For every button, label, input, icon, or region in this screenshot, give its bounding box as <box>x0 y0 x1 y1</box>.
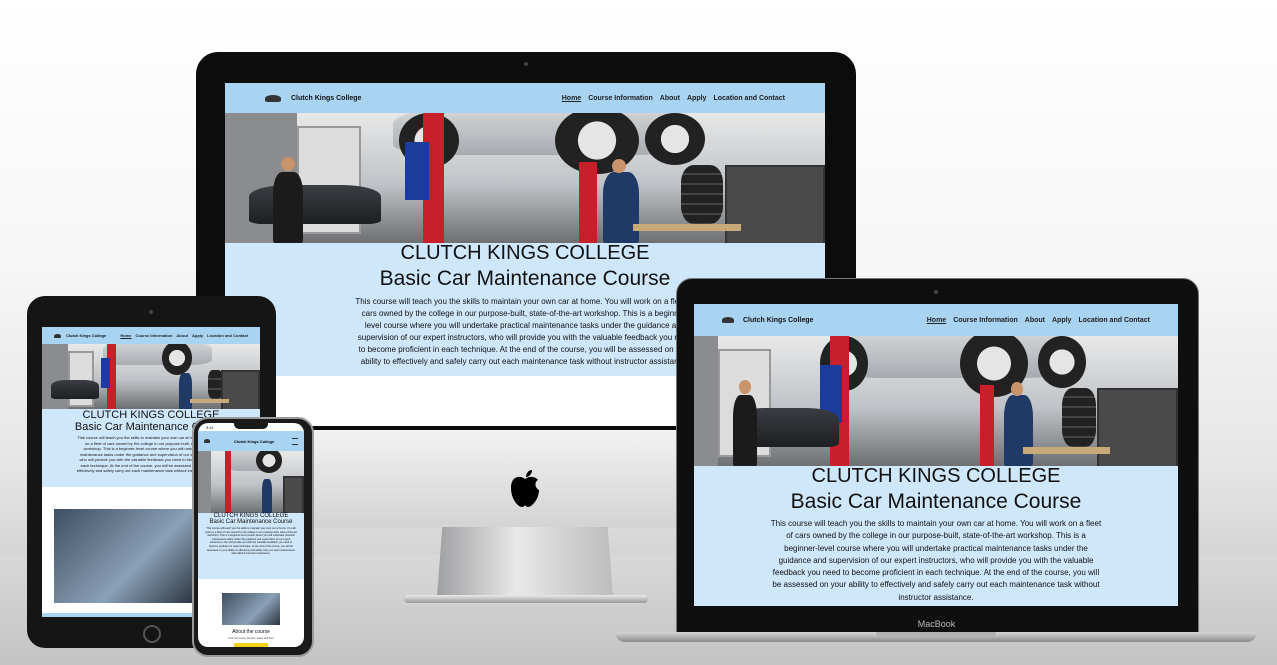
nav-home[interactable]: Home <box>120 333 131 338</box>
macbook-nav-links: Home Course Information About Apply Loca… <box>927 317 1150 324</box>
about-subtitle: Find out course content, dates and fees <box>228 637 274 640</box>
nav-course-information[interactable]: Course Information <box>136 333 173 338</box>
macbook-label: MacBook <box>917 619 956 629</box>
ipad-home-button[interactable] <box>143 625 161 643</box>
intro-text: This course will teach you the skills to… <box>355 297 695 366</box>
logo-icon <box>265 94 281 102</box>
macbook-logo[interactable]: Clutch Kings College <box>722 317 813 324</box>
iphone-intro: CLUTCH KINGS COLLEGE Basic Car Maintenan… <box>198 513 304 579</box>
macbook-nav: Clutch Kings College Home Course Informa… <box>694 304 1178 336</box>
menu-icon[interactable] <box>292 437 298 445</box>
apple-logo-shape <box>511 470 539 507</box>
macbook-intro: CLUTCH KINGS COLLEGE Basic Car Maintenan… <box>694 465 1178 606</box>
ipad-nav: Clutch Kings College Home Course Informa… <box>42 327 260 344</box>
ipad-camera <box>149 310 153 314</box>
imac-camera <box>524 62 528 66</box>
nav-about[interactable]: About <box>660 95 680 102</box>
iphone-notch <box>234 423 268 429</box>
page-subheading: Basic Car Maintenance Course <box>790 490 1082 513</box>
nav-about[interactable]: About <box>176 333 188 338</box>
page-subheading: Basic Car Maintenance Course <box>209 519 293 525</box>
imac-nav: Clutch Kings College Home Course Informa… <box>225 83 825 113</box>
nav-home[interactable]: Home <box>927 317 946 324</box>
about-title: About the course <box>232 629 270 635</box>
nav-apply[interactable]: Apply <box>1052 317 1071 324</box>
about-image <box>54 509 194 603</box>
page-heading: CLUTCH KINGS COLLEGE <box>811 465 1061 487</box>
brand-name: Clutch Kings College <box>234 438 275 444</box>
hero-image <box>225 113 825 243</box>
macbook-camera <box>934 290 938 294</box>
nav-location-contact[interactable]: Location and Contact <box>207 333 248 338</box>
iphone-screen: 9:41 Clutch Kings College CLUTCH KINGS C… <box>198 423 304 647</box>
brand-name: Clutch Kings College <box>291 94 362 102</box>
nav-course-information[interactable]: Course Information <box>588 95 653 102</box>
nav-home[interactable]: Home <box>562 95 581 102</box>
imac-nav-links: Home Course Information About Apply Loca… <box>562 95 785 102</box>
ipad-logo[interactable]: Clutch Kings College <box>54 333 106 338</box>
status-time: 9:41 <box>206 425 214 430</box>
iphone-nav: Clutch Kings College <box>198 431 304 451</box>
garage-photo <box>198 451 304 513</box>
intro-text: This course will teach you the skills to… <box>770 519 1102 602</box>
nav-location-contact[interactable]: Location and Contact <box>713 95 785 102</box>
brand-name: Clutch Kings College <box>66 333 107 338</box>
hero-image <box>198 451 304 513</box>
imac-stand <box>437 527 613 597</box>
garage-photo <box>225 113 825 243</box>
garage-photo <box>42 344 260 409</box>
ipad-nav-links: Home Course Information About Apply Loca… <box>120 333 248 338</box>
imac-base <box>404 595 648 603</box>
macbook-screen: Clutch Kings College Home Course Informa… <box>694 304 1178 606</box>
logo-icon <box>54 333 61 338</box>
brand-name: Clutch Kings College <box>743 316 814 324</box>
hero-image <box>694 336 1178 466</box>
garage-photo <box>694 336 1178 466</box>
logo-icon <box>204 439 210 443</box>
about-button[interactable] <box>234 643 268 647</box>
about-image <box>222 593 280 625</box>
nav-course-information[interactable]: Course Information <box>953 317 1018 324</box>
nav-apply[interactable]: Apply <box>192 333 203 338</box>
intro-text: This course will teach you the skills to… <box>205 527 297 556</box>
logo-icon <box>722 317 734 323</box>
page-heading: CLUTCH KINGS COLLEGE <box>400 242 650 264</box>
imac-logo[interactable]: Clutch Kings College <box>265 94 362 102</box>
nav-location-contact[interactable]: Location and Contact <box>1078 317 1150 324</box>
macbook-notch <box>876 632 996 636</box>
nav-apply[interactable]: Apply <box>687 95 706 102</box>
hero-image <box>42 344 260 409</box>
nav-about[interactable]: About <box>1025 317 1045 324</box>
